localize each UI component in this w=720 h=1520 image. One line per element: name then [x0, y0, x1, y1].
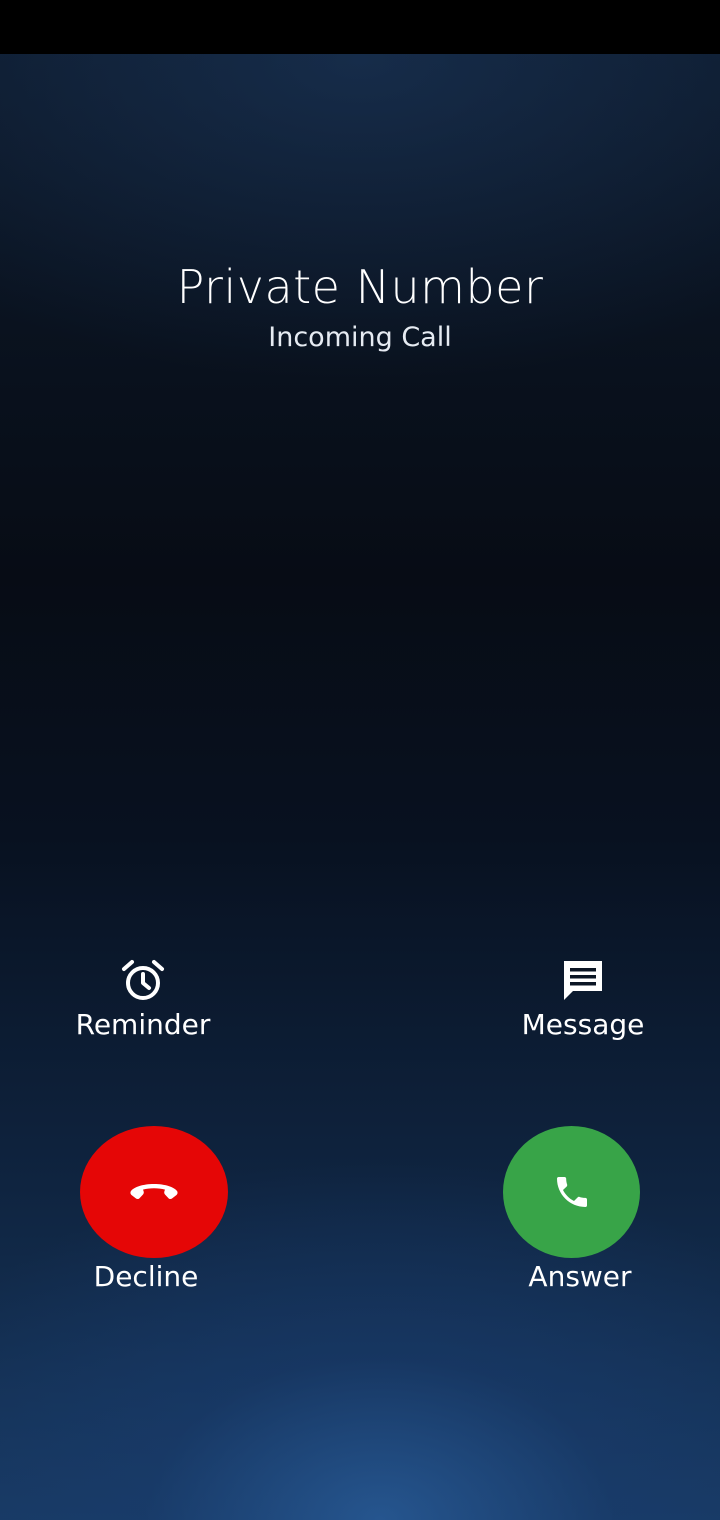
reminder-label: Reminder [75, 1008, 211, 1041]
status-bar [0, 0, 720, 54]
phone-icon [556, 1177, 587, 1207]
caller-name: Private Number [176, 260, 544, 314]
answer-label: Answer [528, 1260, 632, 1293]
message-label: Message [521, 1008, 645, 1041]
decline-label: Decline [93, 1260, 199, 1293]
decline-button[interactable] [80, 1126, 228, 1258]
alarm-clock-icon [122, 960, 164, 1000]
answer-button[interactable] [503, 1126, 640, 1258]
message-icon [564, 961, 602, 1000]
reminder-button[interactable]: Reminder [23, 956, 263, 1041]
incoming-call-screen: Private Number Incoming Call Reminder Me… [0, 0, 720, 1520]
message-button[interactable]: Message [463, 956, 703, 1041]
call-status: Incoming Call [268, 322, 452, 353]
hang-up-icon [130, 1184, 178, 1200]
